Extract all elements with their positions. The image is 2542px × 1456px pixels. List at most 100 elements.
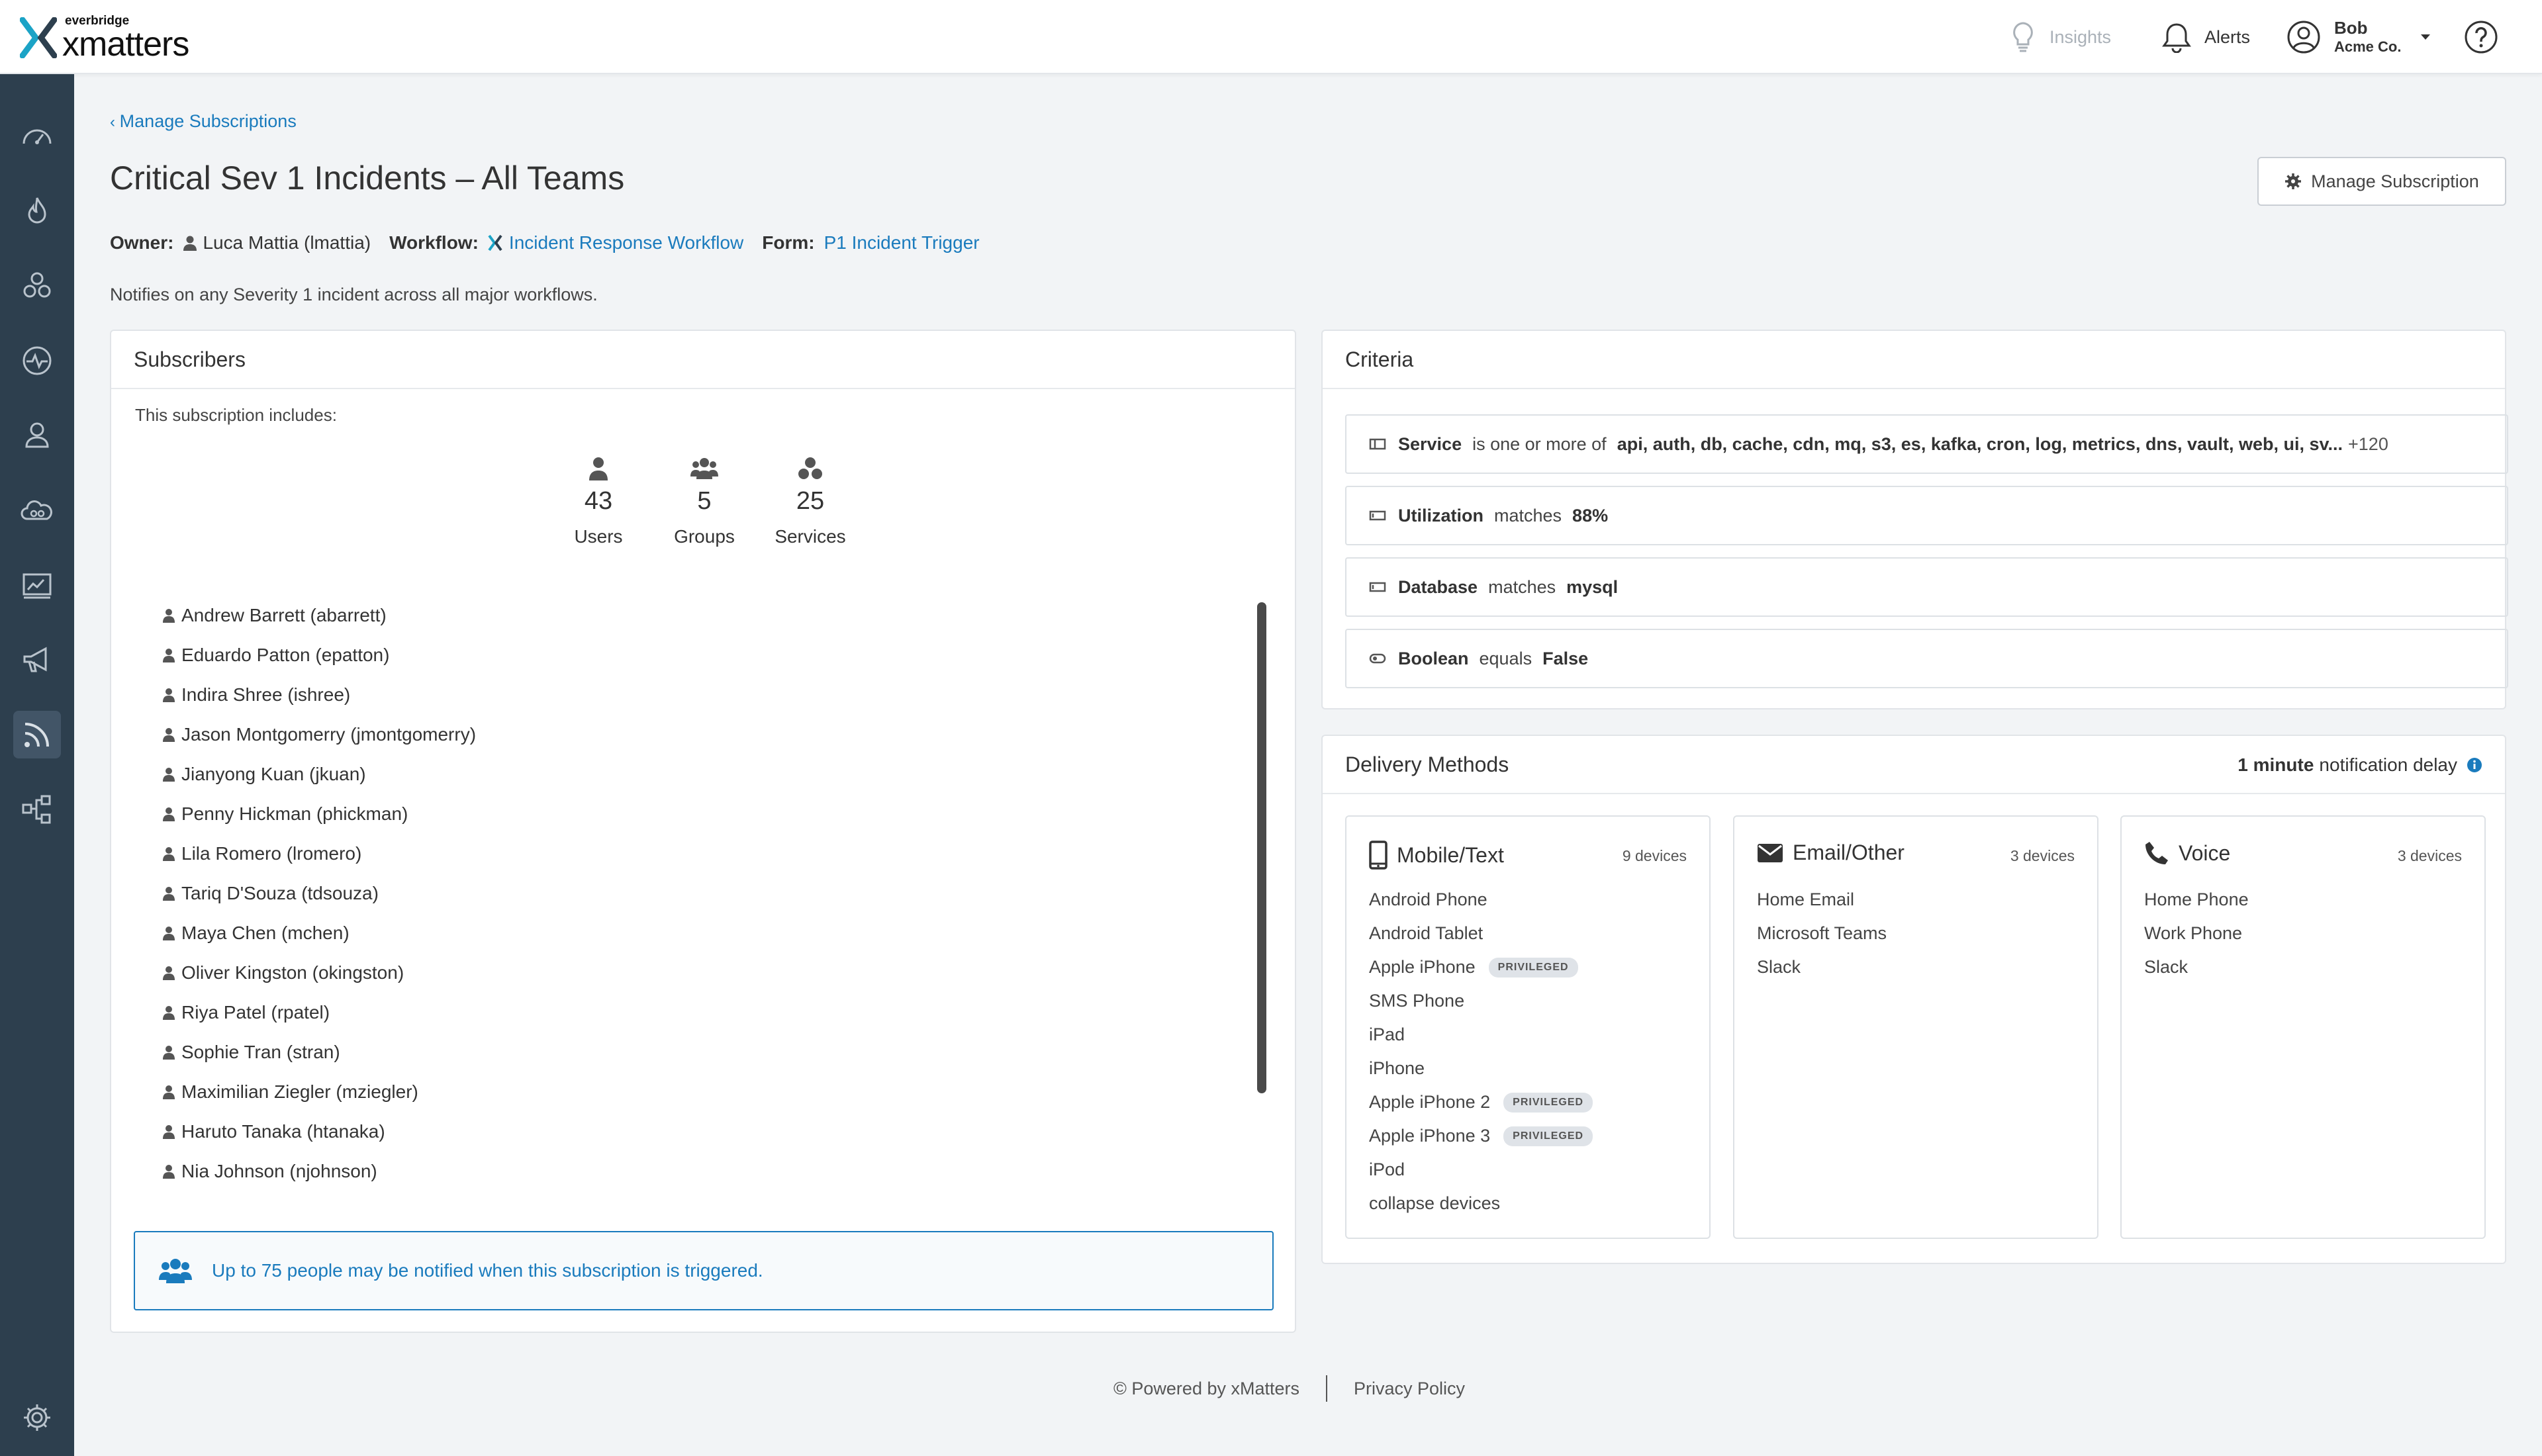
user-icon bbox=[163, 1046, 175, 1060]
user-name: Haruto Tanaka (htanaka) bbox=[181, 1121, 385, 1142]
list-item[interactable]: Maximilian Ziegler (mziegler) bbox=[163, 1072, 476, 1112]
bell-icon bbox=[2162, 23, 2191, 53]
user-list-scrollbar[interactable] bbox=[1257, 602, 1266, 1093]
criteria-field: Database bbox=[1398, 576, 1478, 597]
users-label: Users bbox=[574, 526, 623, 547]
incidents-icon[interactable] bbox=[13, 187, 61, 235]
voice-device-list: Home Phone Work Phone Slack bbox=[2144, 883, 2249, 984]
privileged-badge: PRIVILEGED bbox=[1503, 1092, 1593, 1113]
subscribers-panel: Subscribers This subscription includes: … bbox=[110, 330, 1296, 1333]
criteria-row: Service is one or more of api, auth, db,… bbox=[1345, 414, 2508, 474]
list-item[interactable]: Indira Shree (ishree) bbox=[163, 675, 476, 715]
alerts-link[interactable]: Alerts bbox=[2162, 0, 2250, 74]
device-item: SMS Phone bbox=[1369, 984, 1593, 1018]
phone-icon bbox=[2145, 842, 2168, 864]
criteria-title: Criteria bbox=[1323, 331, 2505, 389]
list-item[interactable]: Tariq D'Souza (tdsouza) bbox=[163, 874, 476, 913]
user-icon bbox=[163, 728, 175, 742]
list-item[interactable]: Haruto Tanaka (htanaka) bbox=[163, 1112, 476, 1152]
dashboard-icon[interactable] bbox=[13, 113, 61, 160]
subscriber-user-list: Andrew Barrett (abarrett) Eduardo Patton… bbox=[163, 596, 476, 1191]
services-icon bbox=[798, 457, 822, 479]
groups-icon[interactable] bbox=[13, 262, 61, 310]
mobile-text-title: Mobile/Text bbox=[1397, 842, 1504, 867]
privileged-badge: PRIVILEGED bbox=[1503, 1126, 1593, 1146]
chevron-down-icon bbox=[2421, 34, 2431, 40]
user-name: Maya Chen (mchen) bbox=[181, 923, 350, 943]
list-item[interactable]: Eduardo Patton (epatton) bbox=[163, 635, 476, 675]
settings-icon[interactable] bbox=[13, 1394, 61, 1441]
list-item[interactable]: Maya Chen (mchen) bbox=[163, 913, 476, 953]
workflow-link[interactable]: Incident Response Workflow bbox=[509, 232, 743, 253]
user-icon bbox=[163, 966, 175, 980]
list-item[interactable]: Penny Hickman (phickman) bbox=[163, 794, 476, 834]
reports-icon[interactable] bbox=[13, 561, 61, 609]
list-item[interactable]: Sophie Tran (stran) bbox=[163, 1032, 476, 1072]
list-item[interactable]: Andrew Barrett (abarrett) bbox=[163, 596, 476, 635]
messaging-icon[interactable] bbox=[13, 636, 61, 684]
owner-value: Luca Mattia (lmattia) bbox=[203, 232, 371, 253]
user-menu[interactable]: Bob Acme Co. bbox=[2286, 0, 2431, 74]
device-name: SMS Phone bbox=[1369, 991, 1465, 1011]
device-item: Android Phone bbox=[1369, 883, 1593, 917]
lightbulb-icon bbox=[2013, 22, 2033, 52]
list-item[interactable]: Jason Montgomerry (jmontgomerry) bbox=[163, 715, 476, 754]
workflow-x-icon bbox=[488, 234, 502, 251]
insights-link[interactable]: Insights bbox=[2010, 0, 2111, 74]
services-icon[interactable] bbox=[13, 486, 61, 534]
device-item: Home Email bbox=[1757, 883, 1887, 917]
manage-subscription-button[interactable]: Manage Subscription bbox=[2257, 157, 2506, 206]
list-item[interactable]: Lila Romero (lromero) bbox=[163, 834, 476, 874]
user-name: Maximilian Ziegler (mziegler) bbox=[181, 1081, 418, 1102]
list-item[interactable]: Riya Patel (rpatel) bbox=[163, 993, 476, 1032]
device-item: Apple iPhone 2 PRIVILEGED bbox=[1369, 1085, 1593, 1119]
user-icon bbox=[163, 1125, 175, 1139]
activity-icon[interactable] bbox=[13, 337, 61, 385]
info-icon[interactable] bbox=[2467, 757, 2482, 773]
help-icon bbox=[2465, 21, 2498, 54]
user-name: Lila Romero (lromero) bbox=[181, 843, 362, 864]
notification-delay: 1 minute notification delay bbox=[2237, 736, 2482, 794]
users-count: 43 bbox=[584, 487, 613, 515]
users-icon[interactable] bbox=[13, 412, 61, 459]
device-item: iPod bbox=[1369, 1153, 1593, 1187]
criteria-value: api, auth, db, cache, cdn, mq, s3, es, k… bbox=[1617, 433, 2343, 454]
user-icon bbox=[163, 887, 175, 901]
user-name: Andrew Barrett (abarrett) bbox=[181, 605, 387, 625]
user-name: Tariq D'Souza (tdsouza) bbox=[181, 883, 379, 903]
criteria-operator: matches bbox=[1488, 576, 1556, 597]
delay-text: notification delay bbox=[2319, 754, 2457, 775]
device-name: Slack bbox=[1757, 957, 1801, 977]
chevron-left-icon: ‹ bbox=[110, 113, 120, 131]
subscription-meta: Owner: Luca Mattia (lmattia) Workflow: I… bbox=[110, 232, 980, 253]
device-name: iPhone bbox=[1369, 1058, 1425, 1078]
help-button[interactable] bbox=[2464, 0, 2512, 74]
services-stat: 25 Services bbox=[757, 457, 863, 547]
privileged-badge: PRIVILEGED bbox=[1488, 957, 1578, 978]
subscriptions-icon[interactable] bbox=[13, 711, 61, 758]
workflows-icon[interactable] bbox=[13, 786, 61, 833]
notification-notice: Up to 75 people may be notified when thi… bbox=[134, 1231, 1274, 1310]
device-name: Home Email bbox=[1757, 889, 1855, 909]
list-item[interactable]: Oliver Kingston (okingston) bbox=[163, 953, 476, 993]
user-icon bbox=[163, 609, 175, 623]
list-item[interactable]: Nia Johnson (njohnson) bbox=[163, 1152, 476, 1191]
criteria-more-count[interactable]: +120 bbox=[2348, 434, 2388, 455]
privacy-policy-link[interactable]: Privacy Policy bbox=[1354, 1379, 1465, 1399]
breadcrumb[interactable]: ‹ Manage Subscriptions bbox=[110, 111, 297, 132]
workflow-label: Workflow: bbox=[389, 232, 479, 253]
subscription-description: Notifies on any Severity 1 incident acro… bbox=[110, 285, 598, 304]
subscribers-title: Subscribers bbox=[111, 331, 1295, 389]
criteria-operator: equals bbox=[1479, 648, 1532, 668]
left-sidebar bbox=[0, 74, 74, 1456]
user-icon bbox=[163, 1165, 175, 1179]
list-item[interactable]: Jianyong Kuan (jkuan) bbox=[163, 754, 476, 794]
user-name: Nia Johnson (njohnson) bbox=[181, 1161, 377, 1181]
boolean-field-icon bbox=[1369, 653, 1386, 664]
email-other-device-list: Home Email Microsoft Teams Slack bbox=[1757, 883, 1887, 984]
form-link[interactable]: P1 Incident Trigger bbox=[824, 232, 980, 253]
footer-divider bbox=[1326, 1375, 1327, 1402]
logo-x-icon bbox=[20, 17, 57, 58]
xmatters-logo[interactable]: everbridge xmatters bbox=[20, 15, 189, 62]
collapse-devices-link[interactable]: collapse devices bbox=[1369, 1187, 1593, 1220]
